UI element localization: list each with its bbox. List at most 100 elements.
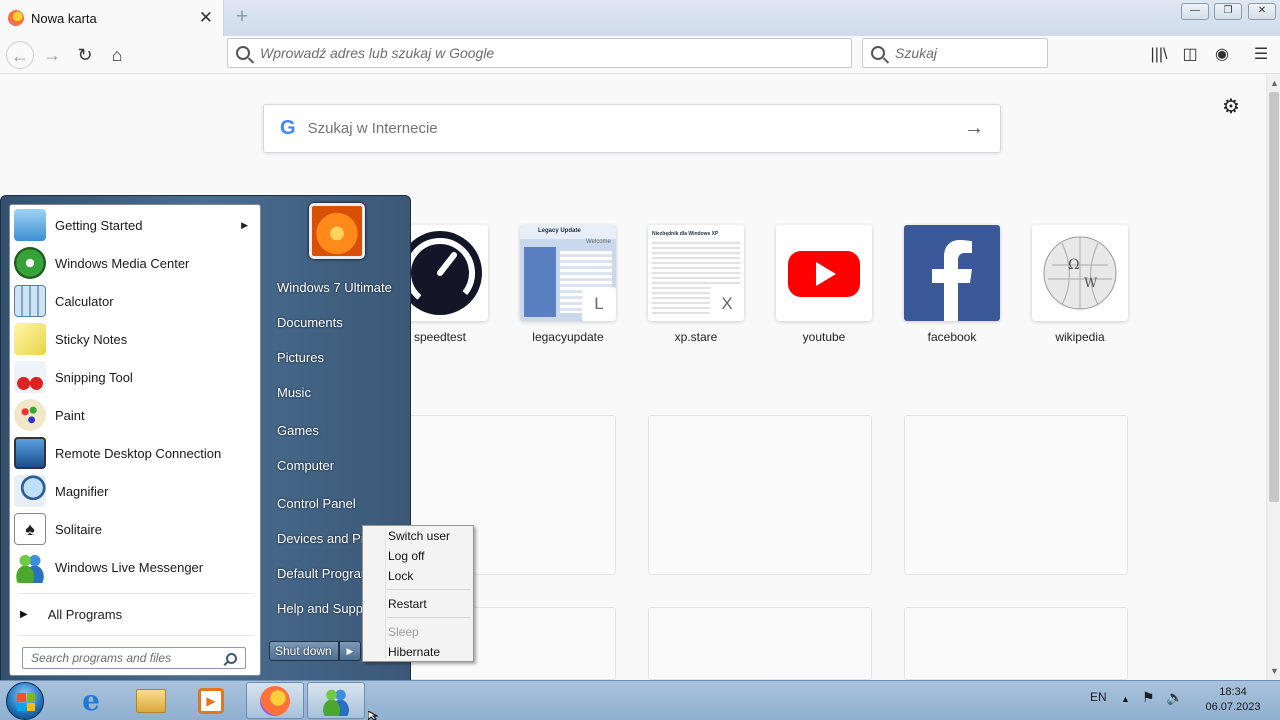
- new-tab-button[interactable]: +: [232, 6, 252, 28]
- menu-separator: [387, 617, 471, 618]
- library-icon[interactable]: |||\: [1146, 41, 1172, 69]
- paint-icon: [14, 399, 46, 431]
- menu-item-sleep: Sleep: [388, 625, 419, 639]
- tile-facebook[interactable]: [904, 225, 1000, 321]
- svg-text:W: W: [1084, 276, 1098, 291]
- gear-icon[interactable]: ⚙: [1222, 94, 1240, 119]
- empty-tile: [648, 415, 872, 575]
- user-avatar[interactable]: [309, 203, 365, 259]
- tile-legacyupdate[interactable]: Legacy Update Welcome L: [520, 225, 616, 321]
- taskbar-explorer[interactable]: [122, 682, 180, 719]
- search-icon: [871, 46, 885, 60]
- account-icon[interactable]: ◉: [1209, 41, 1235, 69]
- program-windows-live-messenger[interactable]: Windows Live Messenger: [12, 549, 258, 585]
- tile-label: legacyupdate: [532, 330, 604, 344]
- search-bar-placeholder: Szukaj: [895, 45, 938, 61]
- sidebar-icon[interactable]: ◫: [1177, 41, 1203, 69]
- program-windows-media-center[interactable]: Windows Media Center: [12, 245, 258, 281]
- facebook-icon: [932, 240, 972, 321]
- close-window-button[interactable]: ✕: [1248, 3, 1276, 20]
- program-snipping-tool[interactable]: Snipping Tool: [12, 359, 258, 395]
- all-programs-button[interactable]: ▶ All Programs: [10, 599, 260, 629]
- start-search-input[interactable]: Search programs and files: [22, 647, 246, 669]
- submenu-arrow-icon: ▶: [241, 219, 248, 230]
- scrollbar-thumb[interactable]: [1269, 92, 1279, 502]
- svg-text:Ω: Ω: [1068, 257, 1080, 273]
- right-item-documents[interactable]: Documents: [277, 315, 343, 330]
- tile-xp-stare[interactable]: Niezbędnik dla Windows XP X: [648, 225, 744, 321]
- taskbar-media-player[interactable]: ▶: [182, 682, 240, 719]
- home-icon[interactable]: ⌂: [103, 41, 131, 69]
- right-item-pictures[interactable]: Pictures: [277, 350, 324, 365]
- menu-item-hibernate[interactable]: Hibernate: [388, 645, 440, 659]
- menu-item-restart[interactable]: Restart: [388, 597, 427, 611]
- forward-icon[interactable]: →: [38, 41, 66, 69]
- shutdown-options-arrow-icon[interactable]: ▶: [339, 641, 361, 661]
- tile-wikipedia[interactable]: Ω W: [1032, 225, 1128, 321]
- start-orb-button[interactable]: [6, 682, 44, 720]
- start-menu: Getting Started ▶ Windows Media Center C…: [0, 195, 411, 682]
- program-solitaire[interactable]: ♠ Solitaire: [12, 511, 258, 547]
- tab-new-tab[interactable]: Nowa karta ✕: [0, 0, 224, 36]
- right-item-control-panel[interactable]: Control Panel: [277, 496, 356, 511]
- tab-strip: Nowa karta ✕ + — ❐ ✕: [0, 0, 1280, 36]
- google-icon: G: [280, 117, 296, 139]
- volume-muted-icon[interactable]: 🔈: [1166, 689, 1183, 706]
- page-scrollbar[interactable]: ▲ ▼: [1266, 74, 1280, 680]
- desktop: { "browser": { "tab_title": "Nowa karta"…: [0, 0, 1280, 720]
- right-item-help-and-support[interactable]: Help and Support: [277, 601, 363, 616]
- show-hidden-icons-icon[interactable]: ▲: [1121, 694, 1130, 704]
- right-item-games[interactable]: Games: [277, 423, 319, 438]
- menu-icon[interactable]: ☰: [1248, 41, 1274, 69]
- reload-icon[interactable]: ↻: [71, 41, 99, 69]
- url-placeholder: Wprowadź adres lub szukaj w Google: [260, 45, 495, 61]
- program-sticky-notes[interactable]: Sticky Notes: [12, 321, 258, 357]
- nav-toolbar: ← → ↻ ⌂ Wprowadź adres lub szukaj w Goog…: [0, 36, 1280, 74]
- program-remote-desktop[interactable]: Remote Desktop Connection: [12, 435, 258, 471]
- language-indicator[interactable]: EN: [1090, 690, 1107, 704]
- clock[interactable]: 18:34 06.07.2023: [1198, 685, 1268, 715]
- start-menu-programs-pane: Getting Started ▶ Windows Media Center C…: [9, 204, 261, 676]
- magnifier-icon: [14, 475, 46, 507]
- minimize-button[interactable]: —: [1181, 3, 1209, 20]
- program-calculator[interactable]: Calculator: [12, 283, 258, 319]
- youtube-icon: [788, 251, 860, 297]
- taskbar-internet-explorer[interactable]: e: [62, 682, 120, 719]
- tile-label: wikipedia: [1055, 330, 1105, 344]
- tile-label: youtube: [802, 330, 846, 344]
- taskbar: e ▶ EN ▲ ⚑ 🔈 18:34 06.07.2023: [0, 680, 1280, 720]
- internet-explorer-icon: e: [82, 684, 100, 717]
- right-item-default-programs[interactable]: Default Programs: [277, 566, 363, 581]
- search-icon: [236, 46, 250, 60]
- scroll-up-icon[interactable]: ▲: [1270, 78, 1279, 88]
- program-paint[interactable]: Paint: [12, 397, 258, 433]
- firefox-icon: [8, 10, 24, 26]
- right-item-computer[interactable]: Computer: [277, 458, 334, 473]
- taskbar-messenger[interactable]: [307, 682, 365, 719]
- sticky-notes-icon: [14, 323, 46, 355]
- close-tab-icon[interactable]: ✕: [199, 9, 213, 26]
- legacyupdate-thumb-title: Legacy Update: [520, 225, 616, 239]
- back-icon[interactable]: ←: [6, 41, 34, 69]
- calculator-icon: [14, 285, 46, 317]
- menu-item-log-off[interactable]: Log off: [388, 549, 424, 563]
- right-item-music[interactable]: Music: [277, 385, 311, 400]
- tile-youtube[interactable]: [776, 225, 872, 321]
- action-center-icon[interactable]: ⚑: [1142, 689, 1155, 706]
- program-getting-started[interactable]: Getting Started ▶: [12, 207, 258, 243]
- right-item-devices-and-printers[interactable]: Devices and Printers: [277, 531, 363, 546]
- menu-item-switch-user[interactable]: Switch user: [388, 529, 450, 543]
- scroll-down-icon[interactable]: ▼: [1270, 666, 1279, 676]
- arrow-right-icon[interactable]: →: [964, 117, 984, 140]
- mouse-cursor-icon: [368, 711, 378, 720]
- web-search-box[interactable]: G Szukaj w Internecie →: [263, 104, 1001, 153]
- search-bar[interactable]: Szukaj: [862, 38, 1048, 68]
- menu-item-lock[interactable]: Lock: [388, 569, 413, 583]
- shutdown-button[interactable]: Shut down: [269, 641, 339, 661]
- program-magnifier[interactable]: Magnifier: [12, 473, 258, 509]
- url-bar[interactable]: Wprowadź adres lub szukaj w Google: [227, 38, 852, 68]
- restore-button[interactable]: ❐: [1214, 3, 1242, 20]
- empty-tile: [904, 607, 1128, 680]
- right-item-windows-7-ultimate[interactable]: Windows 7 Ultimate: [277, 280, 392, 295]
- taskbar-firefox[interactable]: [246, 682, 304, 719]
